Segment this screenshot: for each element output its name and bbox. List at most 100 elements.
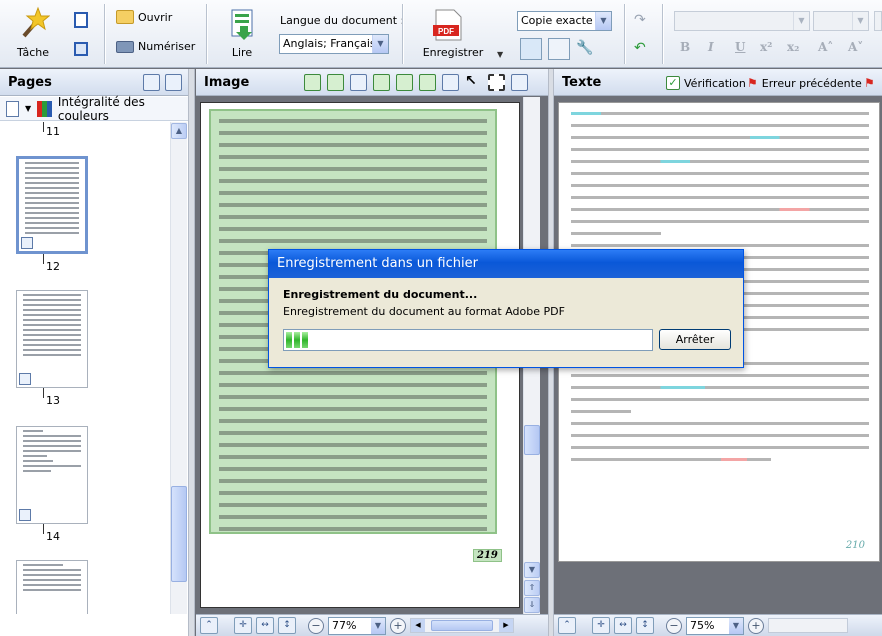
marquee-select-icon[interactable] <box>488 74 505 91</box>
save-mode-select[interactable]: Copie exacte ▼ <box>517 11 612 31</box>
page-thumbnail-13[interactable] <box>16 290 88 388</box>
italic-button[interactable]: I <box>708 40 714 54</box>
font-select[interactable]: ▼ <box>674 11 810 31</box>
barcode-zone-icon[interactable] <box>419 74 436 91</box>
scroll-left-icon[interactable]: ◀ <box>411 619 425 632</box>
image-hscrollbar[interactable]: ◀ ▶ <box>410 618 514 633</box>
save-dropdown-chevron-icon[interactable]: ▼ <box>497 50 503 59</box>
read-zone-icon[interactable] <box>327 74 344 91</box>
pages-scrollbar[interactable]: ▲ <box>170 122 187 614</box>
save-button[interactable]: Enregistrer <box>418 46 488 59</box>
image-page-number: 219 <box>473 549 502 562</box>
verify-label: Vérification <box>684 76 746 90</box>
scroll-up-icon[interactable]: ▲ <box>171 123 187 139</box>
pages-splitter[interactable] <box>188 69 195 636</box>
verify-button[interactable]: ✓ Vérification <box>666 76 746 90</box>
zoom-out-icon[interactable]: − <box>308 617 324 634</box>
pdf-icon-text: PDF <box>438 27 454 36</box>
text-page-number: 210 <box>845 540 865 551</box>
pdf-icon[interactable]: PDF <box>432 8 464 42</box>
scroll-right-icon[interactable]: ▶ <box>499 619 513 632</box>
move-page-down-icon[interactable] <box>165 74 182 91</box>
table-zone-icon[interactable] <box>442 74 459 91</box>
chevron-down-icon: ▼ <box>372 35 388 53</box>
page-up-icon[interactable]: ⇑ <box>524 580 540 596</box>
text-panel-header: Texte ✓ Vérification ⚑ Erreur précédente… <box>554 69 882 96</box>
page-thumbnails-list: 11 12 13 14 <box>0 122 170 614</box>
language-select[interactable]: Anglais; Français ▼ <box>279 34 389 54</box>
open-button[interactable]: Ouvrir <box>116 10 172 24</box>
image-scroll-thumb[interactable] <box>524 425 540 455</box>
decrease-font-button[interactable]: A˅ <box>848 40 863 54</box>
zoom-in-icon[interactable]: + <box>748 617 764 634</box>
fit-page-icon[interactable]: ✛ <box>592 617 610 634</box>
picture-zone-icon[interactable] <box>396 74 413 91</box>
wrench-icon[interactable]: 🔧 <box>576 40 593 56</box>
main-toolbar: Tâche Ouvrir Numériser Lire Langue du do… <box>0 0 882 68</box>
read-ocr-icon[interactable] <box>226 8 260 42</box>
view-mode-icon[interactable] <box>6 100 20 117</box>
next-error-flag-icon[interactable]: ⚑ <box>864 76 875 90</box>
view-mode-chevron-icon[interactable]: ▼ <box>25 104 31 113</box>
task-button[interactable]: Tâche <box>10 46 56 59</box>
pages-panel-title: Pages <box>8 75 52 90</box>
color-mode-label[interactable]: Intégralité des couleurs <box>58 95 188 123</box>
new-document-icon[interactable] <box>74 12 88 28</box>
stop-button[interactable]: Arrêter <box>659 329 731 350</box>
collapse-panel-icon[interactable]: ⌃ <box>200 617 218 634</box>
save-label: Enregistrer <box>422 46 484 59</box>
fit-height-icon[interactable]: ↕ <box>636 617 654 634</box>
move-page-up-icon[interactable] <box>143 74 160 91</box>
save-mode-value: Copie exacte <box>521 14 593 27</box>
scan-button[interactable]: Numériser <box>116 40 195 53</box>
crop-icon[interactable] <box>511 74 528 91</box>
progress-segment <box>302 332 308 348</box>
zoom-out-icon[interactable]: − <box>666 617 682 634</box>
increase-font-button[interactable]: A˄ <box>818 40 833 54</box>
text-panel-title: Texte <box>562 75 602 90</box>
underline-button[interactable]: U <box>735 40 745 54</box>
previous-error-button[interactable]: ⚑ Erreur précédente <box>747 76 862 90</box>
style-select[interactable] <box>874 11 882 31</box>
save-text-icon[interactable] <box>548 38 570 60</box>
font-size-select[interactable]: ▼ <box>813 11 869 31</box>
page-number-13: 13 <box>46 394 60 407</box>
text-zoom-select[interactable]: 75% ▼ <box>686 616 744 635</box>
page-thumbnail-14[interactable] <box>16 426 88 524</box>
chevron-down-icon: ▼ <box>852 12 868 30</box>
image-zoom-select[interactable]: 77% ▼ <box>328 616 386 635</box>
scroll-down-icon[interactable]: ▼ <box>524 562 540 578</box>
open-label: Ouvrir <box>138 10 173 24</box>
pointer-icon[interactable]: ↖ <box>465 74 482 91</box>
collapse-panel-icon[interactable]: ⌃ <box>558 617 576 634</box>
text-hscrollbar[interactable] <box>768 618 848 633</box>
page-thumbnail-12[interactable] <box>16 156 88 254</box>
fit-height-icon[interactable]: ↕ <box>278 617 296 634</box>
save-image-icon[interactable] <box>520 38 542 60</box>
fit-page-icon[interactable]: ✛ <box>234 617 252 634</box>
task-wand-icon <box>16 6 50 40</box>
zoom-in-icon[interactable]: + <box>390 617 406 634</box>
chevron-down-icon: ▼ <box>729 617 743 634</box>
pages-panel: Pages ▼ Intégralité des couleurs 11 12 1… <box>0 69 188 636</box>
pages-scroll-thumb[interactable] <box>171 486 187 582</box>
bold-button[interactable]: B <box>680 40 690 54</box>
analyze-zones-icon[interactable] <box>304 74 321 91</box>
document-icon <box>21 237 33 249</box>
copy-icon[interactable] <box>74 42 88 56</box>
page-thumbnail-15[interactable] <box>16 560 88 614</box>
text-panel-footer: ⌃ ✛ ↔ ↕ − 75% ▼ + <box>554 614 882 636</box>
fit-width-icon[interactable]: ↔ <box>256 617 274 634</box>
checkmark-icon: ✓ <box>666 76 680 90</box>
text-zone-icon[interactable] <box>373 74 390 91</box>
page-down-icon[interactable]: ⇓ <box>524 597 540 613</box>
redo-icon[interactable]: ↷ <box>634 12 646 28</box>
subscript-button[interactable]: x₂ <box>787 40 799 54</box>
select-zone-icon[interactable] <box>350 74 367 91</box>
read-button[interactable]: Lire <box>222 46 262 59</box>
undo-icon[interactable]: ↶ <box>634 40 646 56</box>
superscript-button[interactable]: x² <box>760 40 772 54</box>
fit-width-icon[interactable]: ↔ <box>614 617 632 634</box>
image-hscroll-thumb[interactable] <box>431 620 493 631</box>
dialog-title[interactable]: Enregistrement dans un fichier <box>269 250 743 278</box>
